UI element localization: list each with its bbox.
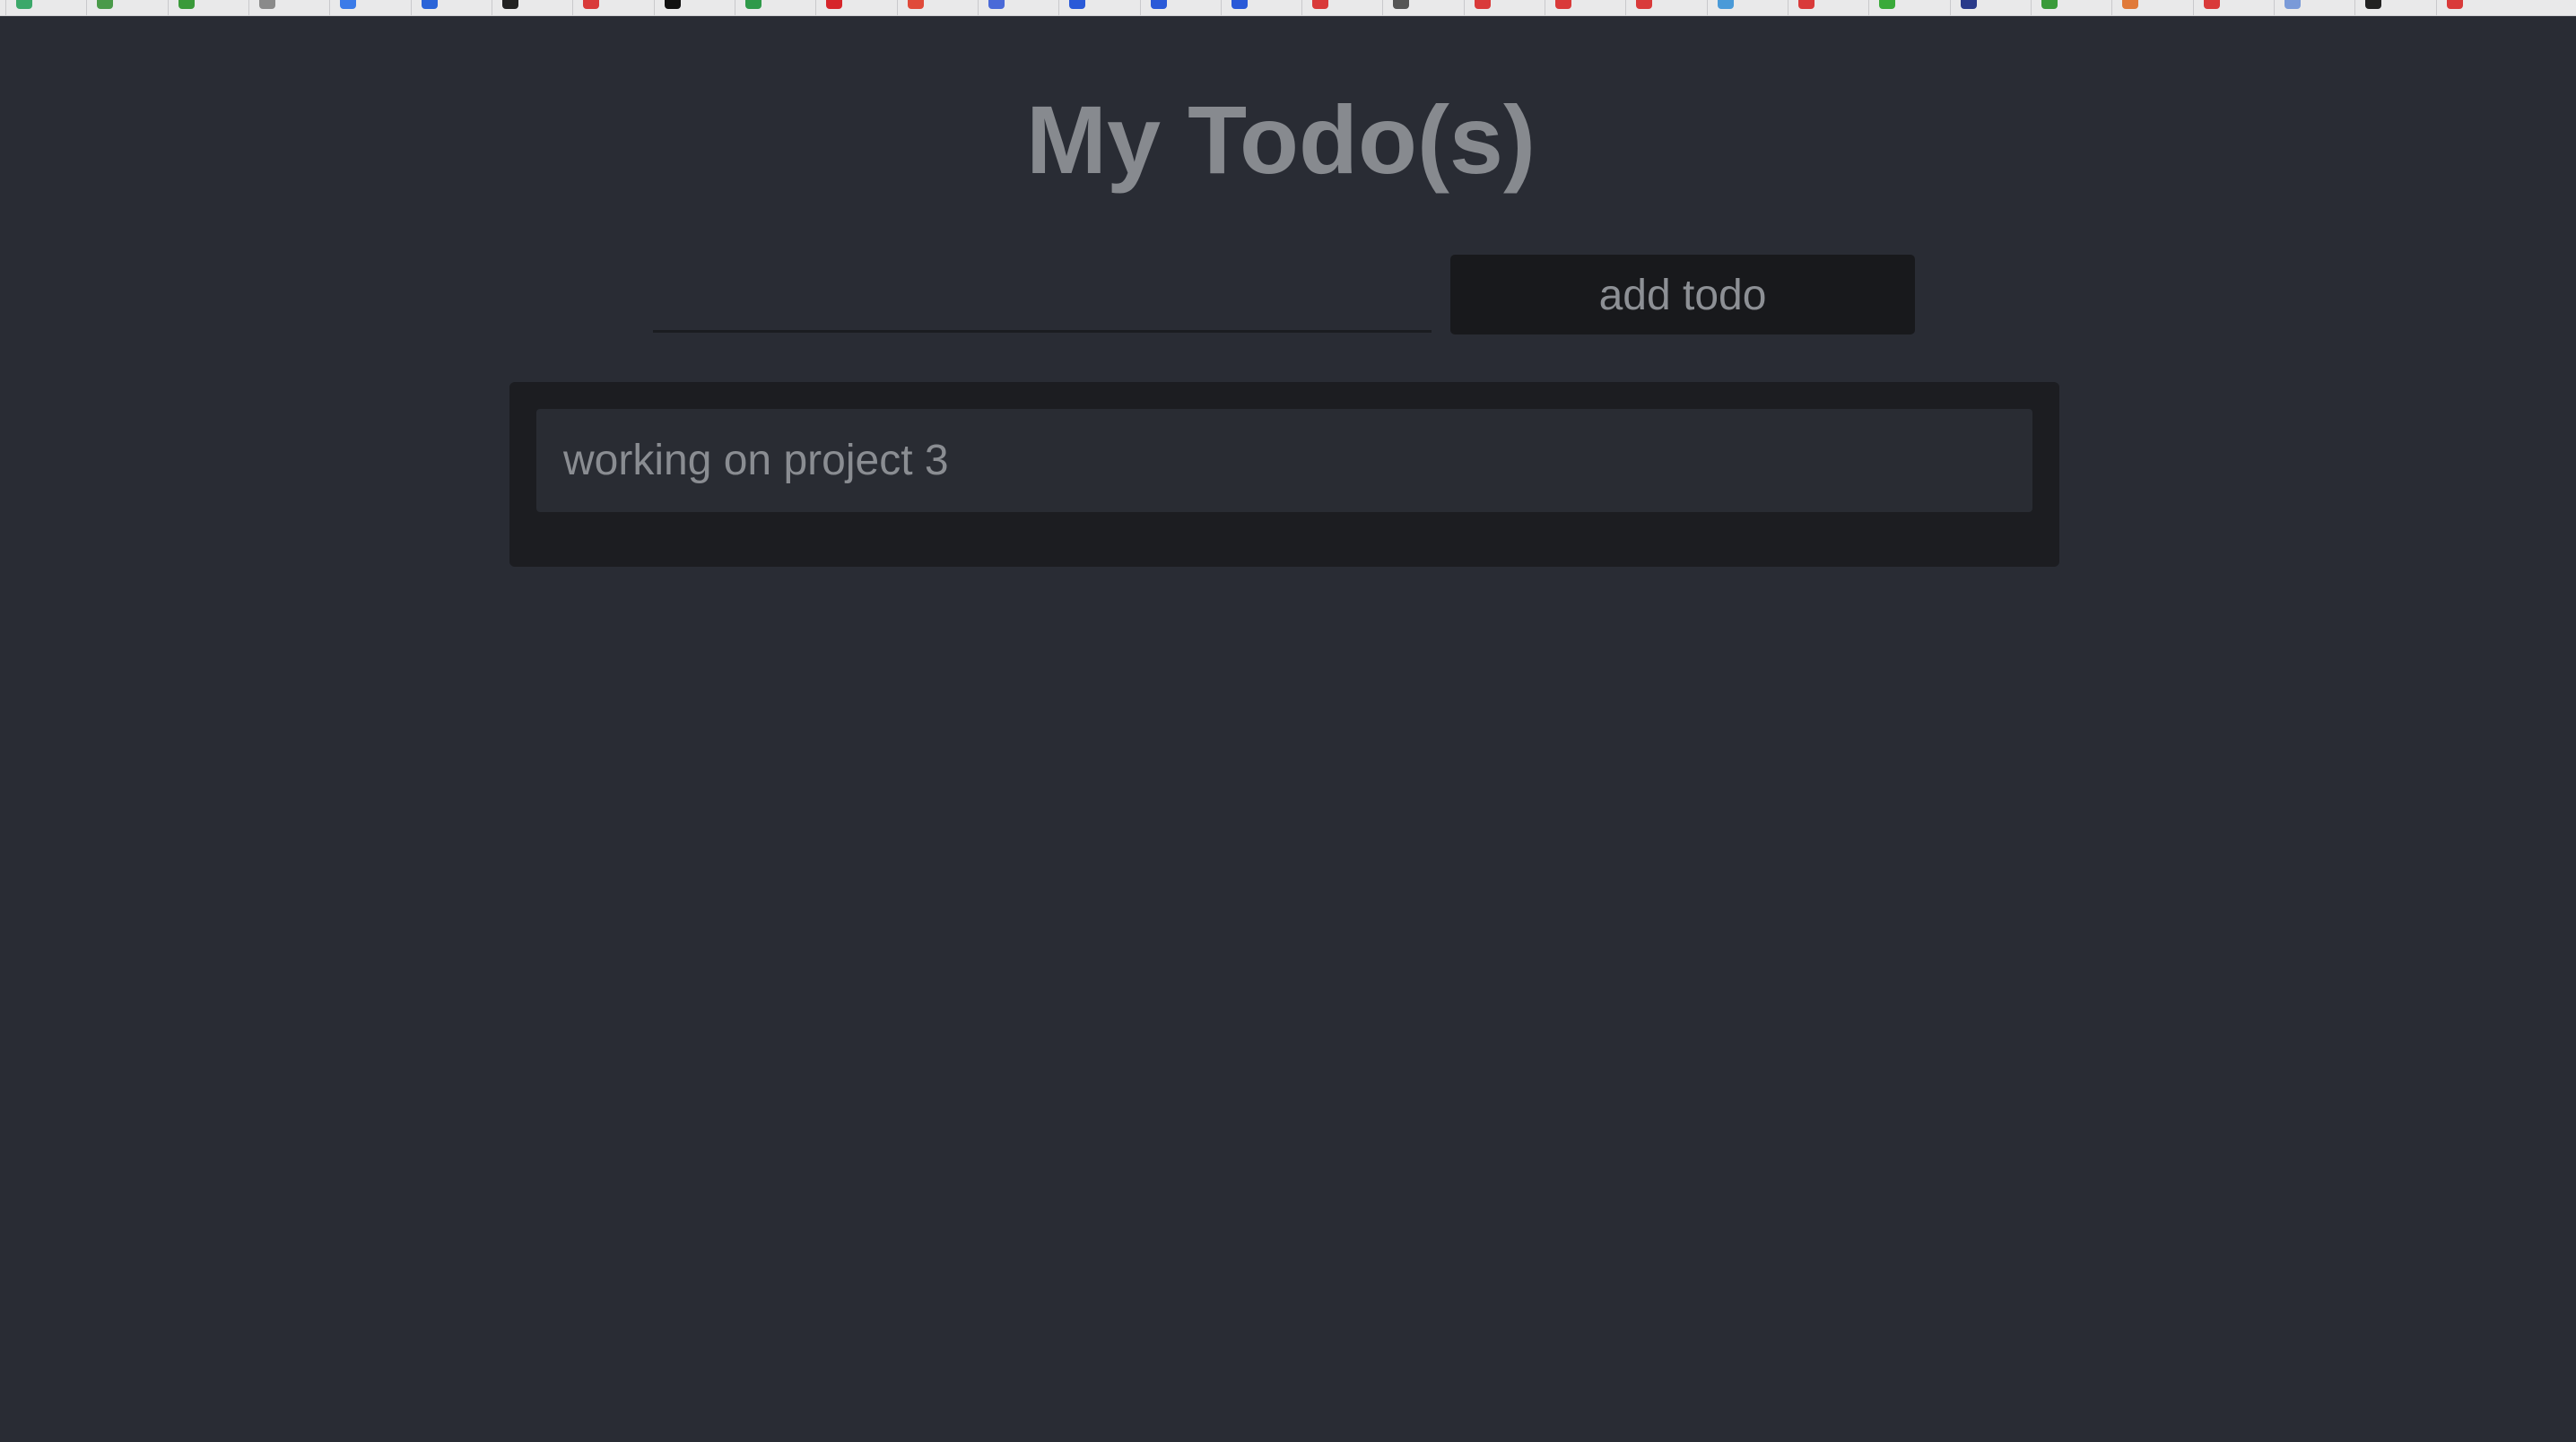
bookmark-icon[interactable] <box>178 0 195 9</box>
add-todo-button[interactable]: add todo <box>1450 255 1915 334</box>
bookmark-separator <box>248 0 249 15</box>
bookmark-icon[interactable] <box>1312 0 1329 9</box>
bookmark-separator <box>1139 0 1141 15</box>
bookmark-icon[interactable] <box>664 0 681 9</box>
bookmark-icon[interactable] <box>988 0 1005 9</box>
bookmark-separator <box>5 0 6 15</box>
bookmark-separator <box>1949 0 1951 15</box>
bookmark-separator <box>2274 0 2276 15</box>
todo-list: working on project 3 <box>509 382 2059 567</box>
page-title: My Todo(s) <box>1026 85 1536 194</box>
bookmark-separator <box>1382 0 1384 15</box>
bookmark-icon[interactable] <box>1555 0 1572 9</box>
bookmark-icon[interactable] <box>1798 0 1815 9</box>
bookmark-separator <box>167 0 169 15</box>
bookmark-icon[interactable] <box>1393 0 1410 9</box>
todo-item[interactable]: working on project 3 <box>536 409 2032 512</box>
todo-input[interactable] <box>653 256 1432 333</box>
bookmark-icon[interactable] <box>1636 0 1653 9</box>
bookmark-separator <box>2192 0 2194 15</box>
bookmark-icon[interactable] <box>2284 0 2302 9</box>
bookmark-separator <box>1058 0 1060 15</box>
bookmark-separator <box>410 0 412 15</box>
bookmark-separator <box>2111 0 2113 15</box>
bookmark-separator <box>896 0 898 15</box>
bookmark-separator <box>1301 0 1303 15</box>
bookmark-icon[interactable] <box>501 0 518 9</box>
bookmark-icon[interactable] <box>1879 0 1896 9</box>
bookmark-icon[interactable] <box>1069 0 1086 9</box>
bookmarks-bar <box>0 0 2576 16</box>
bookmark-icon[interactable] <box>1717 0 1734 9</box>
bookmark-icon[interactable] <box>2446 0 2463 9</box>
bookmark-separator <box>653 0 655 15</box>
bookmark-separator <box>329 0 331 15</box>
bookmark-icon[interactable] <box>583 0 600 9</box>
bookmark-separator <box>1868 0 1870 15</box>
bookmark-separator <box>2354 0 2356 15</box>
bookmark-icon[interactable] <box>1231 0 1248 9</box>
bookmark-icon[interactable] <box>97 0 114 9</box>
bookmark-icon[interactable] <box>1150 0 1167 9</box>
bookmark-icon[interactable] <box>258 0 275 9</box>
bookmark-separator <box>572 0 574 15</box>
bookmark-icon[interactable] <box>744 0 761 9</box>
bookmark-icon[interactable] <box>2365 0 2382 9</box>
bookmark-separator <box>1706 0 1708 15</box>
bookmark-icon[interactable] <box>16 0 32 9</box>
bookmark-icon[interactable] <box>2122 0 2139 9</box>
bookmark-icon[interactable] <box>907 0 924 9</box>
bookmark-icon[interactable] <box>340 0 357 9</box>
bookmark-separator <box>2031 0 2032 15</box>
bookmark-separator <box>815 0 817 15</box>
bookmark-icon[interactable] <box>2041 0 2058 9</box>
bookmark-icon[interactable] <box>421 0 438 9</box>
bookmark-separator <box>1220 0 1222 15</box>
bookmark-separator <box>1463 0 1465 15</box>
bookmark-separator <box>1625 0 1627 15</box>
bookmark-separator <box>86 0 88 15</box>
bookmark-separator <box>2435 0 2437 15</box>
bookmark-icon[interactable] <box>2203 0 2220 9</box>
bookmark-icon[interactable] <box>1474 0 1491 9</box>
bookmark-separator <box>977 0 979 15</box>
bookmark-icon[interactable] <box>1960 0 1977 9</box>
bookmark-icon[interactable] <box>826 0 843 9</box>
